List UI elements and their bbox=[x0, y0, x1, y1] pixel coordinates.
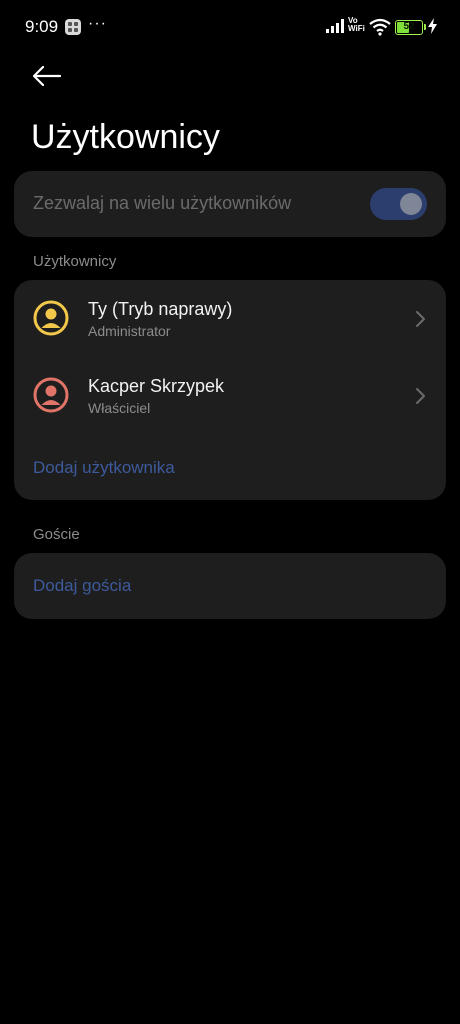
user-row-repair-mode[interactable]: Ty (Tryb naprawy) Administrator bbox=[14, 280, 446, 356]
app-notification-icon bbox=[65, 19, 81, 35]
chevron-right-icon bbox=[414, 310, 426, 333]
vowifi-icon: Vo WiFi bbox=[348, 17, 365, 33]
status-bar: 9:09 ··· Vo WiFi 52 bbox=[0, 0, 460, 56]
person-icon bbox=[33, 377, 69, 413]
multi-user-toggle[interactable] bbox=[370, 188, 427, 220]
add-user-button[interactable]: Dodaj użytkownika bbox=[33, 458, 175, 478]
user-row-owner[interactable]: Kacper Skrzypek Właściciel bbox=[14, 357, 446, 433]
users-card: Ty (Tryb naprawy) Administrator Kacper S… bbox=[14, 280, 446, 500]
multi-user-label: Zezwalaj na wielu użytkowników bbox=[33, 193, 292, 213]
user-role: Właściciel bbox=[88, 400, 151, 416]
wifi-icon bbox=[369, 18, 391, 41]
toggle-knob bbox=[400, 193, 422, 215]
person-icon bbox=[33, 300, 69, 336]
battery-tip bbox=[424, 24, 426, 30]
battery-level: 52 bbox=[403, 21, 415, 32]
arrow-left-icon bbox=[32, 65, 62, 91]
guests-card: Dodaj gościa bbox=[14, 553, 446, 619]
multi-user-card: Zezwalaj na wielu użytkowników bbox=[14, 171, 446, 237]
signal-icon bbox=[326, 19, 346, 38]
add-guest-button[interactable]: Dodaj gościa bbox=[33, 576, 131, 596]
more-notifications-icon: ··· bbox=[88, 15, 107, 32]
section-label-guests: Goście bbox=[33, 526, 80, 543]
user-name: Kacper Skrzypek bbox=[88, 376, 225, 396]
user-name: Ty (Tryb naprawy) bbox=[88, 299, 233, 319]
section-label-users: Użytkownicy bbox=[33, 253, 117, 270]
battery-icon: 52 bbox=[395, 20, 423, 35]
back-button[interactable] bbox=[27, 60, 67, 96]
vowifi-line2: WiFi bbox=[348, 24, 365, 33]
user-role: Administrator bbox=[88, 323, 171, 339]
chevron-right-icon bbox=[414, 387, 426, 410]
page-title: Użytkownicy bbox=[31, 118, 220, 156]
status-time: 9:09 bbox=[25, 17, 59, 36]
charging-icon bbox=[428, 18, 437, 39]
